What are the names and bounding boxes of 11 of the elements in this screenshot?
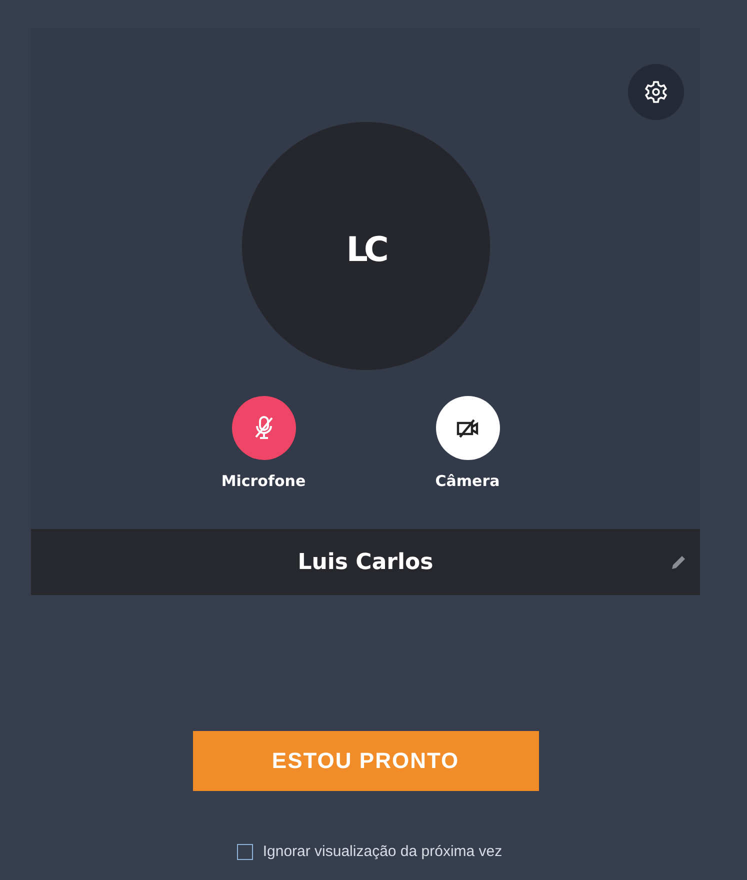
ready-button[interactable]: ESTOU PRONTO bbox=[192, 731, 538, 791]
video-camera-off-icon bbox=[456, 418, 480, 438]
checkbox[interactable] bbox=[236, 844, 253, 860]
checkbox-label: Ignorar visualização da próxima vez bbox=[262, 843, 502, 860]
pencil-icon[interactable] bbox=[670, 553, 688, 571]
toggle-label: Microfone bbox=[221, 472, 306, 490]
avatar-initials: LC bbox=[346, 230, 385, 270]
participant-name: Luis Carlos bbox=[298, 550, 434, 574]
muted-microphone-icon bbox=[252, 415, 274, 441]
toggle-label: Câmera bbox=[435, 472, 500, 490]
settings-icon bbox=[644, 80, 668, 104]
